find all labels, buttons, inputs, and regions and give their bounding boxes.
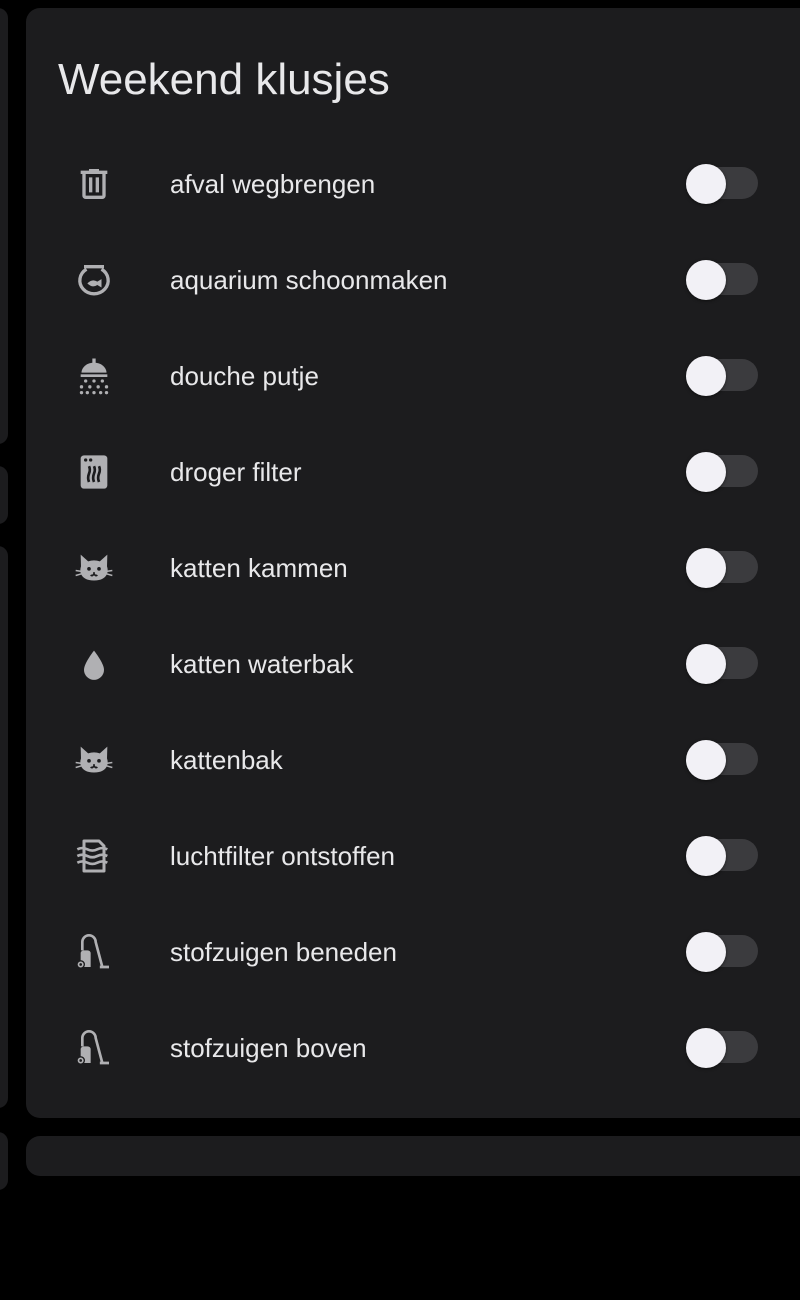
toggle-thumb bbox=[686, 1028, 726, 1068]
vacuum-cleaner-icon bbox=[74, 1028, 114, 1068]
chore-toggle[interactable] bbox=[686, 452, 760, 492]
chore-label: droger filter bbox=[170, 457, 302, 487]
next-card bbox=[26, 1136, 800, 1176]
chore-row[interactable]: katten kammen bbox=[26, 520, 800, 616]
fishbowl-icon bbox=[74, 260, 114, 300]
toggle-thumb bbox=[686, 164, 726, 204]
chore-label: stofzuigen boven bbox=[170, 1033, 367, 1063]
chore-row[interactable]: douche putje bbox=[26, 328, 800, 424]
chore-row[interactable]: katten waterbak bbox=[26, 616, 800, 712]
card-title: Weekend klusjes bbox=[58, 55, 390, 104]
cat-icon bbox=[74, 740, 114, 780]
chore-row[interactable]: kattenbak bbox=[26, 712, 800, 808]
chore-label: katten kammen bbox=[170, 553, 348, 583]
chore-toggle[interactable] bbox=[686, 740, 760, 780]
chore-row[interactable]: droger filter bbox=[26, 424, 800, 520]
chore-row[interactable]: aquarium schoonmaken bbox=[26, 232, 800, 328]
chores-card: Weekend klusjes afval wegbrengen aquariu… bbox=[26, 8, 800, 1118]
air-filter-icon bbox=[74, 836, 114, 876]
chore-toggle[interactable] bbox=[686, 1028, 760, 1068]
chore-row[interactable]: stofzuigen boven bbox=[26, 1000, 800, 1096]
chore-toggle[interactable] bbox=[686, 836, 760, 876]
chore-label: kattenbak bbox=[170, 745, 283, 775]
chore-label: douche putje bbox=[170, 361, 319, 391]
chore-toggle[interactable] bbox=[686, 356, 760, 396]
chore-row[interactable]: luchtfilter ontstoffen bbox=[26, 808, 800, 904]
cat-icon bbox=[74, 548, 114, 588]
chore-toggle[interactable] bbox=[686, 260, 760, 300]
trash-can-icon bbox=[74, 164, 114, 204]
toggle-thumb bbox=[686, 932, 726, 972]
chore-label: luchtfilter ontstoffen bbox=[170, 841, 395, 871]
toggle-thumb bbox=[686, 644, 726, 684]
vacuum-cleaner-icon bbox=[74, 932, 114, 972]
adjacent-card-left bbox=[0, 466, 8, 524]
toggle-thumb bbox=[686, 548, 726, 588]
chore-label: aquarium schoonmaken bbox=[170, 265, 448, 295]
chore-toggle[interactable] bbox=[686, 548, 760, 588]
chore-toggle[interactable] bbox=[686, 164, 760, 204]
chore-row[interactable]: afval wegbrengen bbox=[26, 136, 800, 232]
adjacent-card-left bbox=[0, 546, 8, 1108]
toggle-thumb bbox=[686, 836, 726, 876]
toggle-thumb bbox=[686, 452, 726, 492]
chore-toggle[interactable] bbox=[686, 644, 760, 684]
chore-toggle[interactable] bbox=[686, 932, 760, 972]
chore-label: stofzuigen beneden bbox=[170, 937, 397, 967]
water-drop-icon bbox=[74, 644, 114, 684]
adjacent-card-left bbox=[0, 1132, 8, 1190]
chore-row[interactable]: stofzuigen beneden bbox=[26, 904, 800, 1000]
tumble-dryer-icon bbox=[74, 452, 114, 492]
toggle-thumb bbox=[686, 260, 726, 300]
toggle-thumb bbox=[686, 740, 726, 780]
chore-label: afval wegbrengen bbox=[170, 169, 376, 199]
adjacent-card-left bbox=[0, 8, 8, 444]
chore-label: katten waterbak bbox=[170, 649, 354, 679]
toggle-thumb bbox=[686, 356, 726, 396]
shower-head-icon bbox=[74, 356, 114, 396]
